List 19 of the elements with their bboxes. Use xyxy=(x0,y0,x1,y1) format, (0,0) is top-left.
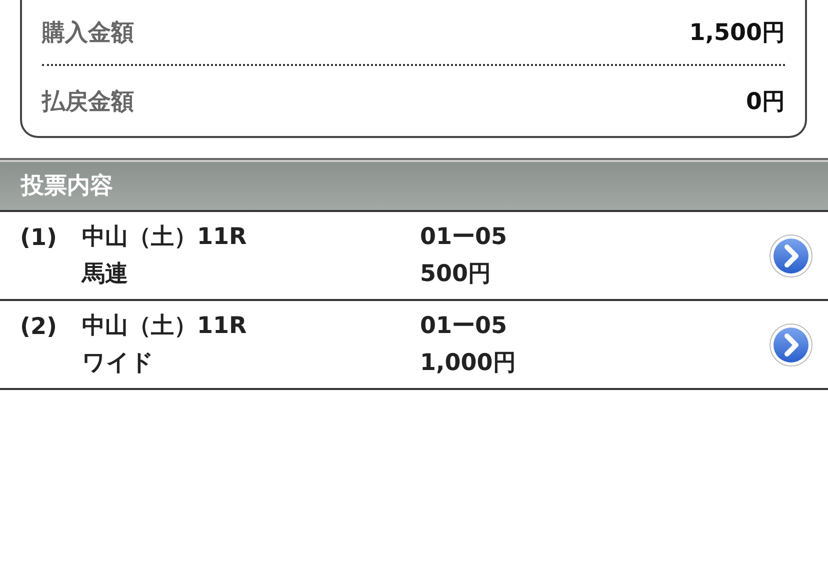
bet-row[interactable]: (2) 中山（土）11R ワイド 01ー05 1,000円 xyxy=(0,301,828,390)
race-name: 中山（土）11R xyxy=(82,312,248,340)
summary-value: 0円 xyxy=(746,88,785,116)
race-name: 中山（土）11R xyxy=(82,222,248,252)
bet-type: ワイド xyxy=(82,348,155,378)
combination: 01ー05 xyxy=(420,222,508,252)
summary-label: 購入金額 xyxy=(42,18,134,48)
chevron-right-icon[interactable] xyxy=(768,322,814,368)
bet-number: (1) xyxy=(20,224,58,253)
summary-label: 払戻金額 xyxy=(42,88,134,116)
bet-number: (2) xyxy=(20,313,58,342)
section-header: 投票内容 xyxy=(0,158,828,212)
bet-type: 馬連 xyxy=(82,260,129,288)
summary-value: 1,500円 xyxy=(689,18,785,48)
bet-amount: 500円 xyxy=(420,260,492,288)
combination: 01ー05 xyxy=(420,312,508,340)
chevron-right-icon[interactable] xyxy=(768,232,814,278)
bet-amount: 1,000円 xyxy=(420,348,517,378)
bet-row[interactable]: (1) 中山（土）11R 馬連 01ー05 500円 xyxy=(0,212,828,301)
